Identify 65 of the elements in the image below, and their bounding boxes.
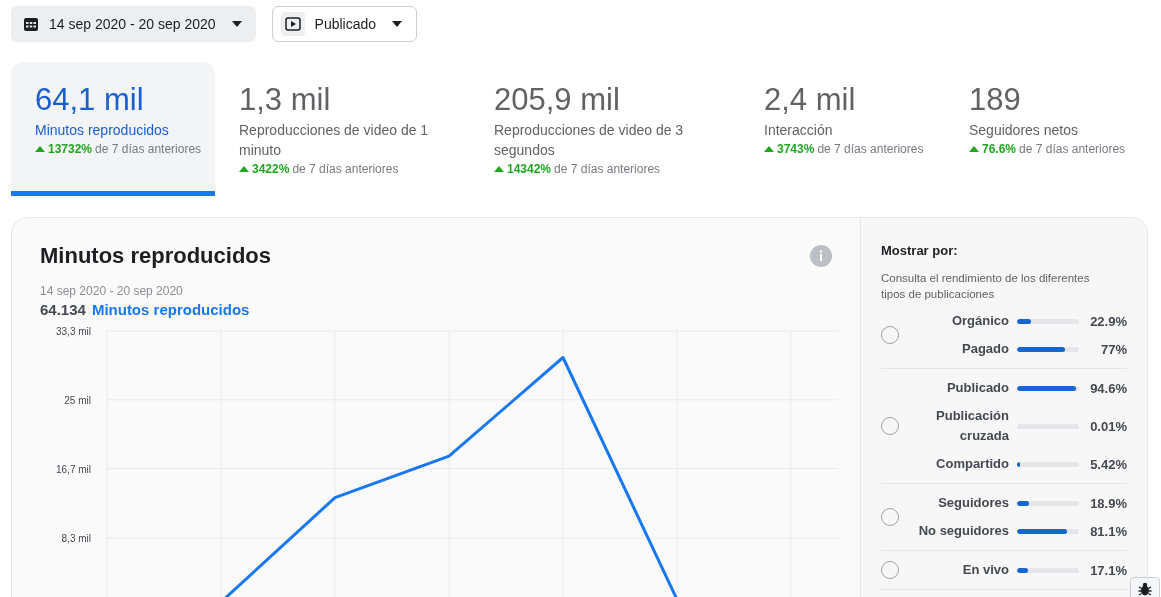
comparison-text: de 7 días anteriores (95, 142, 202, 156)
bug-icon (1138, 582, 1152, 596)
comparison-text: de 7 días anteriores (817, 142, 924, 156)
chart-title: Minutos reproducidos (40, 243, 271, 269)
axis-tick-label: 25 mil (64, 394, 91, 406)
caret-icon (231, 21, 242, 27)
breakdown-label: Compartido (935, 455, 1009, 473)
metric-value: 64,1 mil (35, 82, 145, 118)
post-type-dropdown[interactable]: Publicado (271, 6, 418, 42)
metric-label: Reproducciones de video de 1 minuto (239, 121, 430, 160)
comparison-text: de 7 días anteriores (554, 162, 661, 176)
change-percent: 14342% (507, 162, 552, 176)
breakdown-percent: 81.1% (1089, 523, 1127, 539)
breakdown-percent: 94.6% (1089, 380, 1127, 396)
change-percent: 13732% (48, 142, 93, 156)
up-arrow-icon (239, 166, 249, 172)
panel-description: Consulta el rendimiento de los diferentes tipos de publicaciones (881, 271, 1091, 302)
breakdown-percent: 22.9% (1089, 313, 1127, 329)
metric-label: Minutos reproducidos (35, 121, 170, 140)
change-percent: 76.6% (982, 142, 1017, 156)
date-range-text: 14 sep 2020 - 20 sep 2020 (40, 284, 184, 298)
axis-tick-label: 33,3 mil (56, 326, 91, 337)
axis-tick-label: 16,7 mil (56, 463, 91, 475)
metric-value: 189 (969, 82, 1022, 118)
metric-tab[interactable]: 64,1 mil Minutos reproducidos 13732% de 7 días anteriores (11, 62, 215, 196)
change-percent: 3422% (252, 162, 290, 176)
axis-tick-label: 8,3 mil (61, 533, 91, 545)
up-arrow-icon (969, 146, 979, 152)
breakdown-label: En vivo (961, 561, 1009, 579)
up-arrow-icon (35, 146, 45, 152)
info-icon[interactable] (810, 245, 832, 267)
bug-report-button[interactable] (1130, 577, 1160, 597)
metric-tab[interactable]: 2,4 mil Interacción 3743% de 7 días anteriores (740, 62, 945, 196)
breakdown-label: Publicado (945, 379, 1009, 397)
up-arrow-icon (494, 166, 504, 172)
breakdown-label: Pagado (961, 340, 1009, 358)
metric-value: 2,4 mil (764, 82, 857, 118)
caret-icon (392, 21, 403, 27)
up-arrow-icon (764, 146, 774, 152)
panel-title: Mostrar por: (881, 243, 959, 258)
total-value: 64.134 (40, 301, 86, 318)
metric-value: 1,3 mil (239, 82, 332, 118)
date-range-dropdown[interactable]: 14 sep 2020 - 20 sep 2020 (11, 6, 256, 42)
metric-label: Interacción (764, 121, 834, 140)
metric-label: Seguidores netos (969, 121, 1079, 140)
breakdown-percent: 18.9% (1089, 495, 1127, 511)
video-icon (280, 12, 305, 36)
breakdown-label: Orgánico (950, 312, 1009, 330)
calendar-icon (23, 16, 39, 32)
metric-value: 205,9 mil (494, 82, 621, 118)
breakdown-label: No seguidores (917, 522, 1009, 540)
metric-tab[interactable]: 189 Seguidores netos 76.6% de 7 días anteriores (945, 62, 1145, 196)
comparison-text: de 7 días anteriores (1019, 142, 1126, 156)
breakdown-percent: 17.1% (1089, 562, 1127, 578)
metric-tab[interactable]: 205,9 mil Reproducciones de video de 3 segundos 14342% de 7 días anteriores (470, 62, 740, 196)
metric-label: Reproducciones de video de 3 segundos (494, 121, 685, 160)
breakdown-label: Publicación cruzada (935, 407, 1009, 445)
breakdown-percent: 5.42% (1089, 456, 1127, 472)
breakdown-label: Seguidores (937, 494, 1009, 512)
change-percent: 3743% (777, 142, 815, 156)
metric-tab[interactable]: 1,3 mil Reproducciones de video de 1 minuto 3422% de 7 días anteriores (215, 62, 470, 196)
breakdown-percent: 0.01% (1089, 418, 1127, 434)
breakdown-percent: 77% (1099, 341, 1127, 357)
metric-name: Minutos reproducidos (91, 301, 250, 318)
comparison-text: de 7 días anteriores (292, 162, 399, 176)
